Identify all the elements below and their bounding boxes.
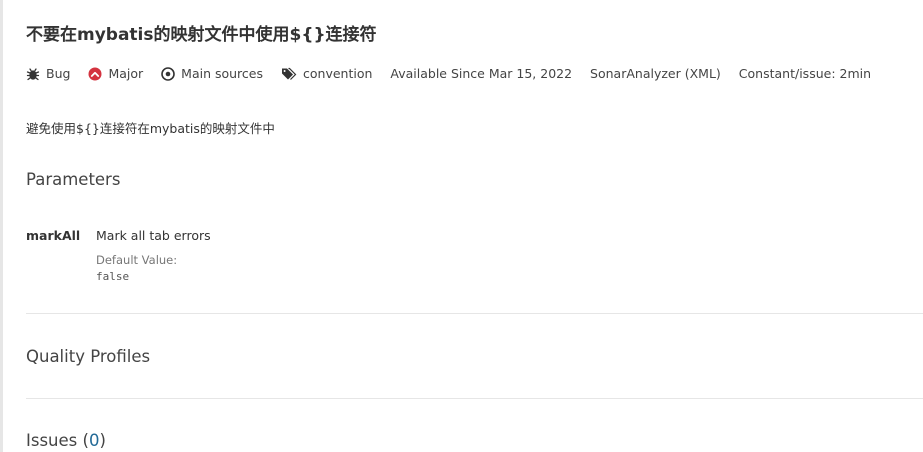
rule-type[interactable]: Bug — [26, 66, 70, 81]
rule-scope-label: Main sources — [181, 66, 263, 81]
rule-meta: Bug Major Main sources convention Availa… — [26, 66, 889, 81]
issues-count-link[interactable]: 0 — [89, 431, 100, 450]
issues-title: Issues (0) — [26, 431, 106, 450]
divider — [26, 398, 923, 399]
target-icon — [161, 66, 175, 81]
rule-available-since: Available Since Mar 15, 2022 — [390, 66, 573, 81]
parameter-default-value: false — [96, 270, 130, 283]
issues-suffix: ) — [99, 431, 106, 450]
rule-scope[interactable]: Main sources — [161, 66, 263, 81]
rule-tag-label: convention — [303, 66, 373, 81]
rule-severity-label: Major — [108, 66, 144, 81]
rule-analyzer: SonarAnalyzer (XML) — [590, 66, 721, 81]
quality-profiles-title: Quality Profiles — [26, 347, 151, 366]
parameter-description: Mark all tab errors — [96, 228, 211, 243]
issues-label: Issues ( — [26, 431, 89, 450]
tags-icon — [282, 67, 297, 80]
divider — [26, 313, 923, 314]
rule-tags[interactable]: convention — [281, 66, 372, 81]
left-border — [0, 0, 3, 452]
rule-description: 避免使用${}连接符在mybatis的映射文件中 — [26, 121, 275, 136]
parameter-key: markAll — [26, 228, 81, 243]
parameter-default-label: Default Value: — [96, 253, 178, 267]
parameters-title: Parameters — [26, 170, 121, 189]
rule-severity[interactable]: Major — [88, 66, 143, 81]
rule-remediation: Constant/issue: 2min — [738, 66, 872, 81]
major-severity-icon — [88, 67, 102, 80]
rule-title: 不要在mybatis的映射文件中使用${}连接符 — [26, 25, 377, 45]
bug-icon — [26, 67, 40, 80]
rule-type-label: Bug — [46, 66, 71, 81]
